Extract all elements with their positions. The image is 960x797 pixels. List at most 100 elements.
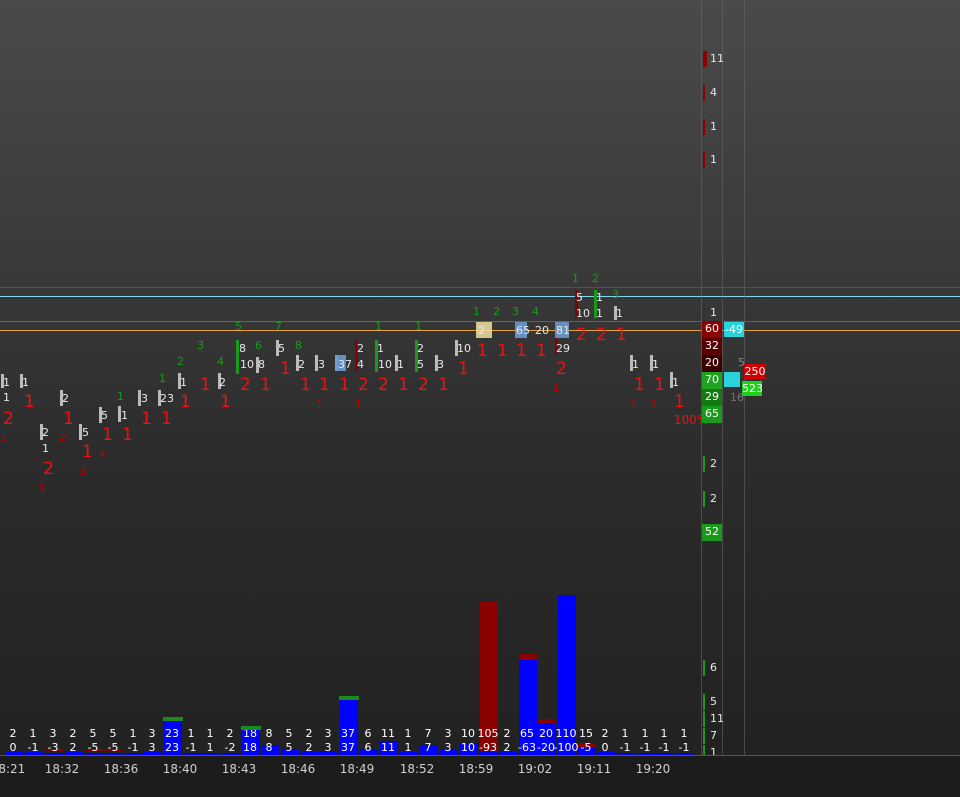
footprint-small-value: 1 xyxy=(473,305,480,318)
footprint-cell-value: 10 xyxy=(457,342,471,355)
footprint-cell-value: 5 xyxy=(417,358,424,371)
footprint-small-value: 2 xyxy=(592,272,599,285)
footprint-small-value: 5 xyxy=(235,320,242,333)
footprint-imbalance-value: 2 xyxy=(556,359,567,379)
footprint-cell-value: 20 xyxy=(535,324,549,337)
footprint-small-value: 1 xyxy=(375,320,382,333)
footprint-cell-value: 3 xyxy=(141,392,148,405)
footprint-imbalance-value: 1 xyxy=(200,375,211,395)
footprint-small-value: 7 xyxy=(275,320,282,333)
footprint-cell-value: 37 xyxy=(338,358,352,371)
footprint-cell-value: 1 xyxy=(632,358,639,371)
time-tick-label: 19:11 xyxy=(576,762,612,776)
footprint-cell-value: 2 xyxy=(62,392,69,405)
footprint-cell-value: 1 xyxy=(596,307,603,320)
buy-volume-cap xyxy=(163,717,183,721)
profile-value: 1 xyxy=(710,120,717,133)
footprint-cell-value: 1 xyxy=(121,409,128,422)
red-level-line xyxy=(0,287,960,288)
footprint-small-value: 1 xyxy=(415,320,422,333)
time-axis[interactable]: 18:21 18:32 18:36 18:40 18:43 18:46 18:49 18:52… xyxy=(0,755,960,797)
footprint-imbalance-value: 1 xyxy=(102,425,113,445)
footprint-cell-value: 1 xyxy=(3,391,10,404)
volume-total-label: 1 xyxy=(680,727,688,740)
cyan-level-line xyxy=(0,296,960,297)
profile-bar xyxy=(703,660,705,676)
footprint-small-value: 8 xyxy=(295,339,302,352)
footprint-imbalance-value: 1 xyxy=(82,442,93,462)
profile-bar xyxy=(703,152,705,168)
footprint-imbalance-value: 1 xyxy=(63,409,74,429)
footprint-small-value: 4 xyxy=(217,355,224,368)
profile-value: 1 xyxy=(710,746,717,756)
profile-bar xyxy=(703,119,705,135)
footprint-imbalance-value: 1 xyxy=(339,375,350,395)
time-tick-label: 18:49 xyxy=(339,762,375,776)
time-tick-label: 18:32 xyxy=(44,762,80,776)
footprint-cell-value: 2 xyxy=(219,376,226,389)
profile-bar xyxy=(703,85,705,101)
footprint-cell-value: 1 xyxy=(652,358,659,371)
profile-cell: 20 xyxy=(702,355,722,372)
footprint-imbalance-value: 2 xyxy=(3,409,14,429)
footprint-imbalance-value: 1 xyxy=(300,375,311,395)
footprint-chart[interactable]: 1 1 1 2 1 2 5 5 1 3 23 1 2 8 10 8 5 2 3 37 2 4 1 10 1 2 5 3 10 2 65 20 8… xyxy=(0,0,960,755)
footprint-imbalance-value: 1 xyxy=(634,375,645,395)
profile-value: 2 xyxy=(710,492,717,505)
profile-delta-cell: 523 xyxy=(742,381,763,396)
volume-delta-label: -1 xyxy=(678,741,690,754)
footprint-imbalance-value: 1 xyxy=(24,392,35,412)
footprint-small-value: 3 xyxy=(79,465,86,478)
profile-bar xyxy=(703,456,705,472)
footprint-cell-value: 2 xyxy=(298,358,305,371)
time-tick-label: 18:46 xyxy=(280,762,316,776)
footprint-imbalance-value: 1 xyxy=(458,359,469,379)
footprint-cell-value: 3 xyxy=(318,358,325,371)
time-tick-label: 18:40 xyxy=(162,762,198,776)
footprint-imbalance-value: 1 xyxy=(220,392,231,412)
footprint-imbalance-value: 2 xyxy=(378,375,389,395)
footprint-small-value: 4 xyxy=(99,448,106,461)
footprint-small-value: 2 xyxy=(650,398,657,411)
profile-bar xyxy=(703,491,705,507)
footprint-cell-value: 1 xyxy=(180,376,187,389)
footprint-small-value: 1 xyxy=(117,390,124,403)
profile-value: 4 xyxy=(710,86,717,99)
footprint-cell-value: 4 xyxy=(357,358,364,371)
footprint-cell-value: 8 xyxy=(239,342,246,355)
profile-separator-2 xyxy=(722,0,723,755)
profile-delta-cell xyxy=(724,372,740,387)
footprint-small-value: 3 xyxy=(612,288,619,301)
footprint-cell-value: 2 xyxy=(417,342,424,355)
footprint-small-value: 2 xyxy=(177,355,184,368)
footprint-imbalance-value: 1 xyxy=(477,341,488,361)
profile-value: 6 xyxy=(710,661,717,674)
footprint-cell-value: 2 xyxy=(357,342,364,355)
footprint-imbalance-value: 1 xyxy=(319,375,330,395)
profile-bar xyxy=(703,728,705,744)
footprint-small-value: 3 xyxy=(512,305,519,318)
footprint-imbalance-value: 1 xyxy=(280,359,291,379)
footprint-imbalance-value: 1 xyxy=(497,341,508,361)
profile-bar xyxy=(703,745,705,755)
time-tick-label: 18:21 xyxy=(0,762,26,776)
profile-value: 5 xyxy=(710,695,717,708)
footprint-imbalance-value: 1 xyxy=(398,375,409,395)
footprint-cell-value: 2 xyxy=(478,324,485,337)
profile-delta-cell: 250 xyxy=(744,364,766,379)
footprint-imbalance-value: 1 xyxy=(122,425,133,445)
buy-volume-cap xyxy=(241,726,261,730)
footprint-small-value: 1 xyxy=(316,398,323,411)
profile-bar xyxy=(703,694,705,710)
footprint-imbalance-value: 1 xyxy=(180,392,191,412)
footprint-cell-value: 23 xyxy=(160,392,174,405)
footprint-cell-value: 10 xyxy=(378,358,392,371)
footprint-small-value: 6 xyxy=(255,339,262,352)
footprint-cell-value: 65 xyxy=(516,324,530,337)
profile-value: 11 xyxy=(710,712,724,725)
profile-cell: 60 xyxy=(702,321,722,338)
footprint-imbalance-value: 1 xyxy=(516,341,527,361)
profile-delta-cell: -49 xyxy=(724,322,744,337)
footprint-cell-value: 10 xyxy=(240,358,254,371)
footprint-small-value: 3 xyxy=(197,339,204,352)
